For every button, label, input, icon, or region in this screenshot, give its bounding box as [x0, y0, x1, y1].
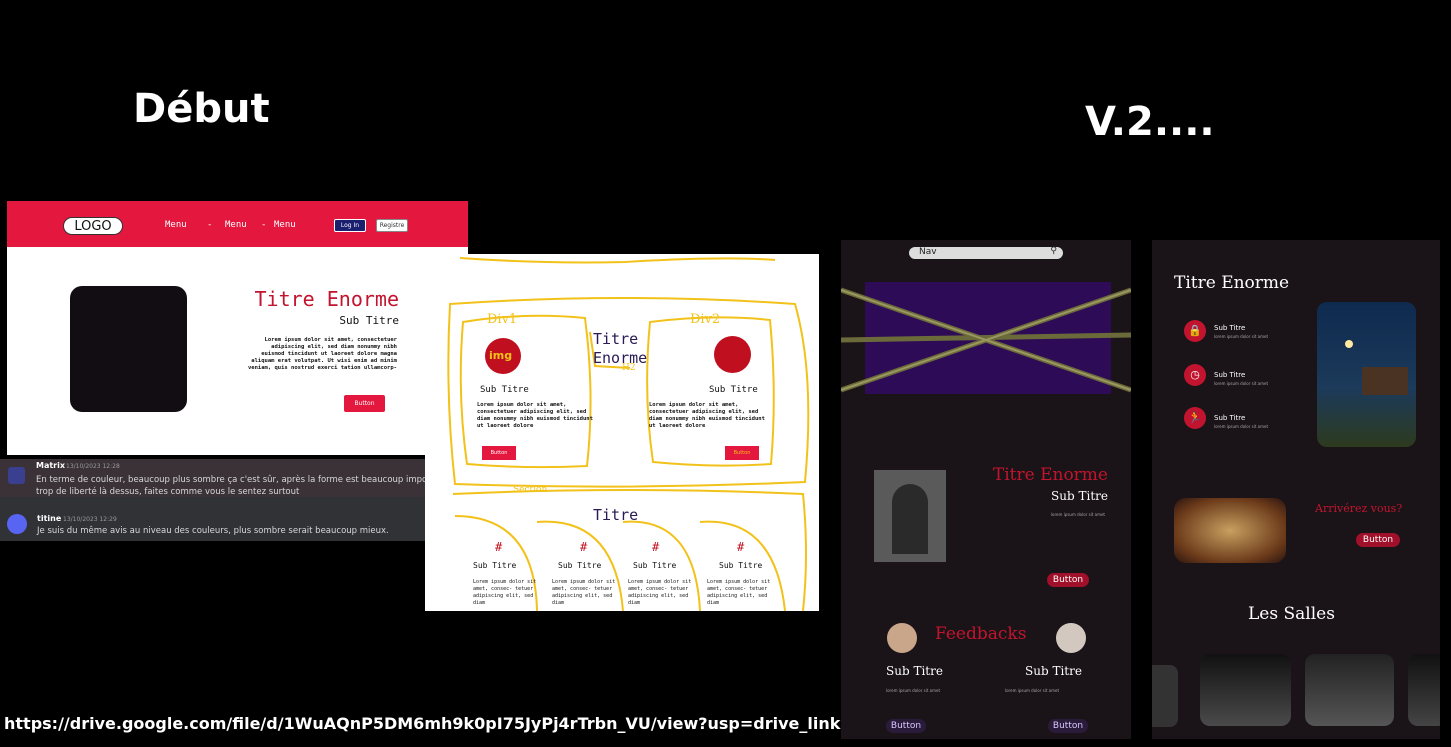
sketch-scribbles	[447, 257, 810, 611]
phone-button[interactable]: Button	[1356, 533, 1400, 547]
discord-chat: Matrix 13/10/2023 12:28 En terme de coul…	[0, 459, 479, 541]
room-thumb[interactable]	[1152, 665, 1178, 727]
body-text: Lorem ipsum dolor sit amet, consectetuer…	[247, 337, 397, 371]
column-body: Lorem ipsum dolor sit amet, consec- tetu…	[473, 579, 537, 606]
sketch-button[interactable]: Button	[725, 446, 759, 460]
avatar	[8, 467, 25, 484]
image-circle	[714, 336, 751, 373]
search-icon[interactable]: ⚲	[1050, 246, 1057, 256]
avatar	[887, 623, 917, 653]
sketch-subtitle: Sub Titre	[709, 385, 758, 395]
menu-separator-2: -	[261, 220, 267, 230]
chat-text: trop de liberté là dessus, faites comme …	[36, 487, 300, 497]
phone-subtitle: Sub Titre	[1051, 489, 1108, 503]
feedback-button[interactable]: Button	[886, 719, 926, 733]
discord-avatar-icon	[7, 514, 27, 534]
sketch-body: Lorem ipsum dolor sit amet, consectetuer…	[477, 402, 593, 429]
running-icon: 🏃	[1184, 407, 1206, 429]
nav-bar[interactable]: Nav ⚲	[909, 246, 1063, 259]
phone-title: Titre Enorme	[992, 465, 1108, 485]
house-shape	[1362, 367, 1408, 395]
label-div2: Div2	[690, 312, 721, 327]
room-thumb[interactable]	[1200, 654, 1291, 726]
menu-separator-1: -	[207, 220, 213, 230]
room-thumb[interactable]	[1305, 654, 1394, 726]
column-subtitle: Sub Titre	[633, 561, 677, 570]
label-div1: Div1	[487, 312, 518, 327]
sketch-body: Lorem ipsum dolor sit amet, consectetuer…	[649, 402, 765, 429]
feature-subtitle: Sub Titre	[1214, 371, 1246, 379]
sketch-button[interactable]: Button	[482, 446, 516, 460]
mobile-mockup-home: Nav ⚲ Titre Enorme Sub Titre lorem ipsum…	[841, 240, 1131, 739]
menu-item-3[interactable]: Menu	[274, 220, 296, 230]
door-image	[874, 470, 946, 562]
key-image	[1174, 498, 1286, 563]
salles-title: Les Salles	[1248, 604, 1335, 624]
column-body: Lorem ipsum dolor sit amet, consec- tetu…	[707, 579, 771, 606]
register-button[interactable]: Registre	[376, 219, 408, 232]
section-note: Section	[513, 485, 548, 495]
chat-text: En terme de couleur, beaucoup plus sombr…	[36, 475, 480, 485]
chat-date: 13/10/2023 12:29	[63, 516, 117, 523]
h2-note: H2	[622, 363, 636, 373]
feature-subtitle: Sub Titre	[1214, 324, 1246, 332]
page-title: Titre Enorme	[254, 287, 400, 311]
phone-title: Titre Enorme	[1174, 273, 1290, 293]
logo[interactable]: LOGO	[63, 217, 123, 235]
feedback-button[interactable]: Button	[1048, 719, 1088, 733]
mobile-mockup-info: Titre Enorme 🔒 ◷ 🏃 Sub Titre Sub Titre S…	[1152, 240, 1440, 739]
page-subtitle: Sub Titre	[339, 314, 399, 327]
menu-item-2[interactable]: Menu	[225, 220, 247, 230]
arrivez-title: Arrivérez vous?	[1315, 502, 1403, 515]
chat-username: Matrix	[36, 461, 66, 470]
feedback-subtitle: Sub Titre	[1025, 664, 1082, 678]
feedback-subtitle: Sub Titre	[886, 664, 943, 678]
room-thumb[interactable]	[1408, 654, 1440, 726]
img-label: img	[489, 349, 513, 362]
house-image	[1317, 302, 1416, 447]
wireframe-header: LOGO Menu - Menu - Menu Log In Registre	[7, 201, 468, 247]
hash-icon: #	[737, 540, 745, 554]
sketch-subtitle: Sub Titre	[480, 385, 529, 395]
feature-subtitle: Sub Titre	[1214, 414, 1246, 422]
section-title: Titre	[593, 506, 639, 524]
column-subtitle: Sub Titre	[558, 561, 602, 570]
chat-text: Je suis du même avis au niveau des coule…	[37, 526, 389, 536]
column-body: Lorem ipsum dolor sit amet, consec- tetu…	[628, 579, 692, 606]
heading-debut: Début	[133, 86, 270, 132]
feedback-body: lorem ipsum dolor sit amet	[886, 688, 941, 693]
feature-body: lorem ipsum dolor sit amet	[1214, 334, 1269, 339]
column-subtitle: Sub Titre	[473, 561, 517, 570]
menu-item-1[interactable]: Menu	[165, 220, 187, 230]
drive-link[interactable]: https://drive.google.com/file/d/1WuAQnP5…	[4, 714, 840, 733]
clock-icon: ◷	[1184, 364, 1206, 386]
lock-icon: 🔒	[1184, 320, 1206, 342]
heading-v2: V.2....	[1085, 99, 1215, 145]
feature-body: lorem ipsum dolor sit amet	[1214, 424, 1269, 429]
chat-username: titine	[37, 514, 62, 523]
phone-button[interactable]: Button	[1047, 573, 1089, 587]
wireframe-v1: LOGO Menu - Menu - Menu Log In Registre …	[7, 201, 468, 455]
hash-icon: #	[495, 540, 503, 554]
chat-date: 13/10/2023 12:28	[66, 463, 120, 470]
phone-body: lorem ipsum dolor sit amet	[1050, 512, 1105, 517]
avatar	[1056, 623, 1086, 653]
hash-icon: #	[580, 540, 588, 554]
column-body: Lorem ipsum dolor sit amet, consec- tetu…	[552, 579, 616, 606]
nav-label: Nav	[919, 247, 937, 257]
cta-button[interactable]: Button	[344, 395, 385, 412]
image-placeholder	[70, 286, 187, 412]
door-arch	[892, 484, 928, 554]
feedback-body: lorem ipsum dolor sit amet	[1005, 688, 1060, 693]
login-button[interactable]: Log In	[334, 219, 366, 232]
chain-image	[841, 287, 1131, 393]
hash-icon: #	[652, 540, 660, 554]
feature-body: lorem ipsum dolor sit amet	[1214, 381, 1269, 386]
feedbacks-title: Feedbacks	[935, 624, 1027, 644]
moon	[1345, 340, 1353, 348]
column-subtitle: Sub Titre	[719, 561, 763, 570]
chat-message-1: Matrix 13/10/2023 12:28 En terme de coul…	[0, 459, 479, 497]
sketch-wireframe: Div1 Div2 img Titre Enorme H2 Sub Titre …	[425, 254, 819, 611]
